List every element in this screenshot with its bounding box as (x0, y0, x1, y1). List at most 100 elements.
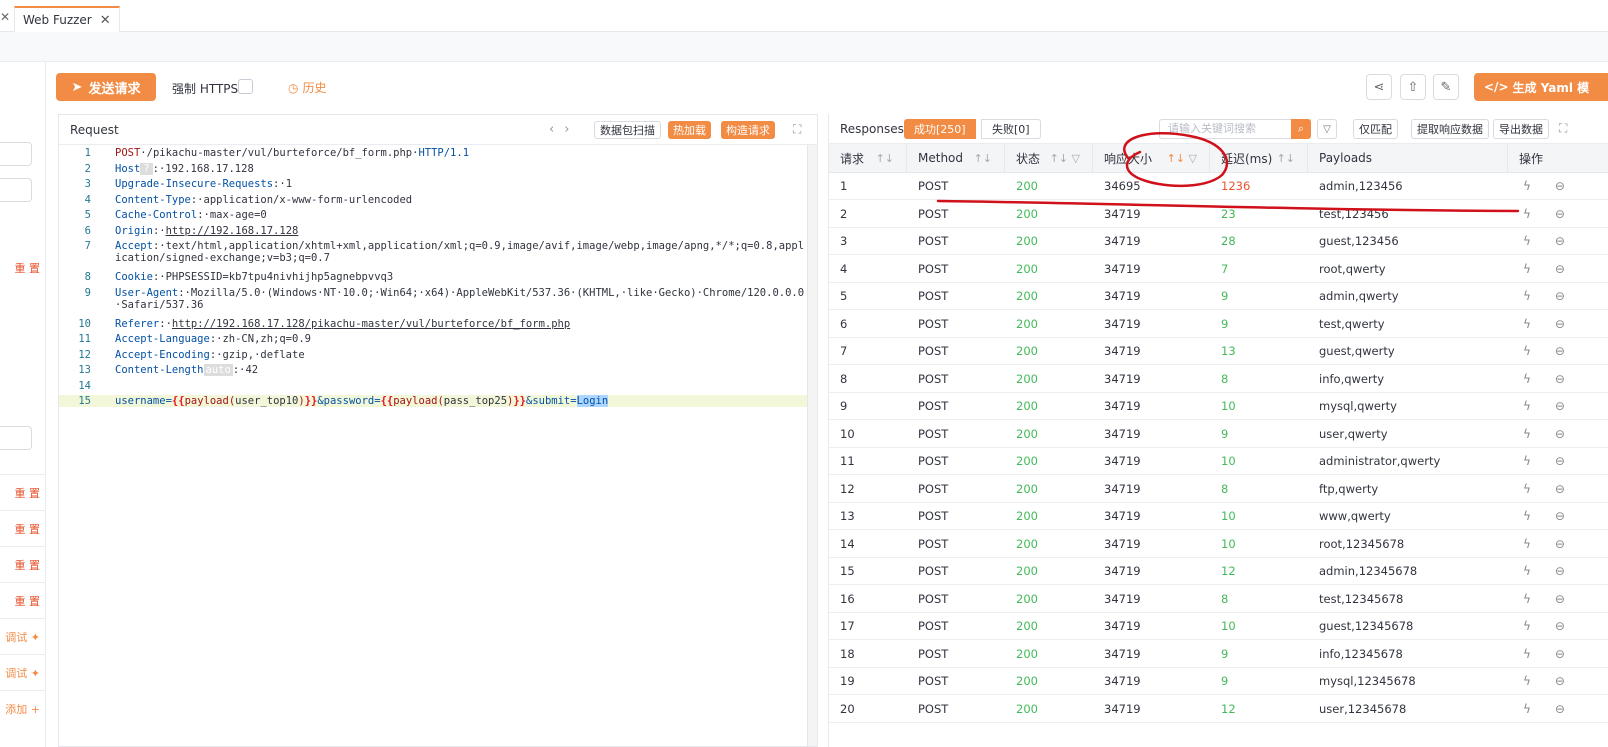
lightning-icon[interactable]: ϟ (1523, 207, 1531, 221)
editor-scrollbar[interactable] (807, 145, 817, 746)
sort-filter-icon[interactable]: ↑↓ ▽ (1050, 152, 1080, 165)
table-row[interactable]: 11 POST 200 34719 10 administrator,qwerty ϟ ⊖ (829, 448, 1608, 475)
more-icon[interactable]: ⊖ (1555, 509, 1565, 523)
sort-filter-icon[interactable]: ↑↓ ▽ (1167, 152, 1197, 165)
reset-button[interactable]: 重 置 (0, 474, 46, 510)
share-icon[interactable]: ⋖ (1366, 74, 1392, 100)
table-row[interactable]: 10 POST 200 34719 9 user,qwerty ϟ ⊖ (829, 421, 1608, 448)
table-row[interactable]: 8 POST 200 34719 8 info,qwerty ϟ ⊖ (829, 366, 1608, 393)
more-icon[interactable]: ⊖ (1555, 262, 1565, 276)
more-icon[interactable]: ⊖ (1555, 207, 1565, 221)
packet-scan-button[interactable]: 数据包扫描 (594, 121, 661, 139)
reset-button[interactable]: 重 置 (0, 250, 46, 286)
more-icon[interactable]: ⊖ (1555, 344, 1565, 358)
column-header-payloads[interactable]: Payloads (1308, 144, 1508, 173)
lightning-icon[interactable]: ϟ (1523, 317, 1531, 331)
tab-success[interactable]: 成功[250] (904, 119, 976, 139)
more-icon[interactable]: ⊖ (1555, 234, 1565, 248)
config-input[interactable] (0, 178, 32, 202)
lightning-icon[interactable]: ϟ (1523, 702, 1531, 716)
generate-yaml-button[interactable]: </> 生成 Yaml 模 (1474, 73, 1608, 101)
close-icon[interactable]: ✕ (100, 13, 111, 28)
close-icon[interactable]: ✕ (0, 10, 10, 24)
debug-button[interactable]: 调试 ✦ (0, 654, 46, 690)
lightning-icon[interactable]: ϟ (1523, 344, 1531, 358)
table-row[interactable]: 17 POST 200 34719 10 guest,12345678 ϟ ⊖ (829, 613, 1608, 640)
auto-badge[interactable]: auto (203, 364, 233, 376)
edit-icon[interactable]: ✎ (1433, 74, 1459, 100)
more-icon[interactable]: ⊖ (1555, 399, 1565, 413)
table-row[interactable]: 16 POST 200 34719 8 test,12345678 ϟ ⊖ (829, 586, 1608, 613)
match-only-button[interactable]: 仅匹配 (1353, 119, 1398, 139)
more-icon[interactable]: ⊖ (1555, 564, 1565, 578)
column-header-size[interactable]: 响应大小 ↑↓ ▽ (1093, 144, 1210, 173)
more-icon[interactable]: ⊖ (1555, 537, 1565, 551)
lightning-icon[interactable]: ϟ (1523, 674, 1531, 688)
lightning-icon[interactable]: ϟ (1523, 537, 1531, 551)
more-icon[interactable]: ⊖ (1555, 592, 1565, 606)
column-header-latency[interactable]: 延迟(ms) ↑↓ (1210, 144, 1308, 173)
export-icon[interactable]: ⇧ (1400, 74, 1426, 100)
config-input[interactable] (0, 142, 32, 166)
more-icon[interactable]: ⊖ (1555, 317, 1565, 331)
reset-button[interactable]: 重 置 (0, 582, 46, 618)
history-button[interactable]: ◷ 历史 (288, 79, 327, 96)
reset-button[interactable]: 重 置 (0, 510, 46, 546)
table-row[interactable]: 5 POST 200 34719 9 admin,qwerty ϟ ⊖ (829, 283, 1608, 310)
referer-url[interactable]: http://192.168.17.128/pikachu-master/vul… (172, 318, 570, 330)
lightning-icon[interactable]: ϟ (1523, 427, 1531, 441)
sort-icon[interactable]: ↑↓ (974, 152, 992, 165)
export-data-button[interactable]: 导出数据 (1493, 119, 1549, 139)
lightning-icon[interactable]: ϟ (1523, 399, 1531, 413)
help-badge[interactable]: ? (140, 162, 153, 175)
table-row[interactable]: 13 POST 200 34719 10 www,qwerty ϟ ⊖ (829, 503, 1608, 530)
lightning-icon[interactable]: ϟ (1523, 564, 1531, 578)
more-icon[interactable]: ⊖ (1555, 372, 1565, 386)
debug-button[interactable]: 调试 ✦ (0, 618, 46, 654)
lightning-icon[interactable]: ϟ (1523, 509, 1531, 523)
lightning-icon[interactable]: ϟ (1523, 454, 1531, 468)
tab-fail[interactable]: 失败[0] (981, 119, 1041, 139)
lightning-icon[interactable]: ϟ (1523, 592, 1531, 606)
add-button[interactable]: 添加 + (0, 690, 46, 726)
more-icon[interactable]: ⊖ (1555, 482, 1565, 496)
request-editor[interactable]: 1 POST·/pikachu-master/vul/burteforce/bf_… (59, 145, 817, 746)
column-header-status[interactable]: 状态 ↑↓ ▽ (1005, 144, 1093, 173)
table-row[interactable]: 6 POST 200 34719 9 test,qwerty ϟ ⊖ (829, 311, 1608, 338)
lightning-icon[interactable]: ϟ (1523, 372, 1531, 386)
table-row[interactable]: 15 POST 200 34719 12 admin,12345678 ϟ ⊖ (829, 558, 1608, 585)
more-icon[interactable]: ⊖ (1555, 647, 1565, 661)
sort-icon[interactable]: ↑↓ (876, 152, 894, 165)
extract-response-button[interactable]: 提取响应数据 (1411, 119, 1489, 139)
build-request-button[interactable]: 构造请求 (721, 121, 775, 139)
force-https-checkbox[interactable] (238, 79, 253, 94)
config-input[interactable] (0, 426, 32, 450)
table-row[interactable]: 1 POST 200 34695 1236 admin,123456 ϟ ⊖ (829, 173, 1608, 200)
table-row[interactable]: 20 POST 200 34719 12 user,12345678 ϟ ⊖ (829, 696, 1608, 723)
table-row[interactable]: 7 POST 200 34719 13 guest,qwerty ϟ ⊖ (829, 338, 1608, 365)
reset-button[interactable]: 重 置 (0, 546, 46, 582)
tab-web-fuzzer[interactable]: Web Fuzzer ✕ (14, 6, 120, 32)
more-icon[interactable]: ⊖ (1555, 289, 1565, 303)
column-header-request[interactable]: 请求 ↑↓ (829, 144, 907, 173)
table-row[interactable]: 18 POST 200 34719 9 info,12345678 ϟ ⊖ (829, 641, 1608, 668)
lightning-icon[interactable]: ϟ (1523, 482, 1531, 496)
more-icon[interactable]: ⊖ (1555, 427, 1565, 441)
column-header-method[interactable]: Method ↑↓ (907, 144, 1005, 173)
lightning-icon[interactable]: ϟ (1523, 647, 1531, 661)
origin-url[interactable]: http://192.168.17.128 (166, 225, 299, 237)
filter-icon[interactable]: ▽ (1317, 119, 1337, 139)
more-icon[interactable]: ⊖ (1555, 179, 1565, 193)
expand-icon[interactable]: ⛶ (793, 122, 801, 137)
more-icon[interactable]: ⊖ (1555, 674, 1565, 688)
prev-next-icons[interactable]: ‹› (549, 122, 579, 137)
more-icon[interactable]: ⊖ (1555, 702, 1565, 716)
table-row[interactable]: 4 POST 200 34719 7 root,qwerty ϟ ⊖ (829, 256, 1608, 283)
expand-icon[interactable]: ⛶ (1559, 121, 1567, 136)
lightning-icon[interactable]: ϟ (1523, 619, 1531, 633)
lightning-icon[interactable]: ϟ (1523, 179, 1531, 193)
table-row[interactable]: 19 POST 200 34719 9 mysql,12345678 ϟ ⊖ (829, 668, 1608, 695)
hot-load-button[interactable]: 热加载 (668, 121, 711, 139)
lightning-icon[interactable]: ϟ (1523, 262, 1531, 276)
more-icon[interactable]: ⊖ (1555, 619, 1565, 633)
